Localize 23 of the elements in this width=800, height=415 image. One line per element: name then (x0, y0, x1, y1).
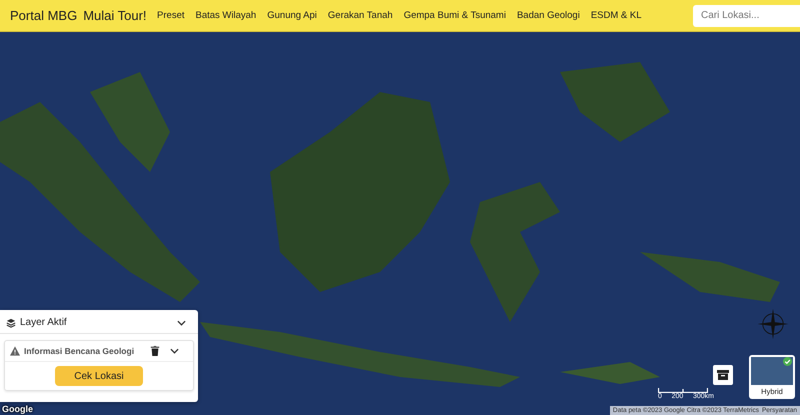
scale-bar (658, 388, 708, 393)
nav-link[interactable]: Badan Geologi (516, 10, 580, 21)
trash-icon[interactable] (150, 346, 160, 356)
nav-link[interactable]: Gempa Bumi & Tsunami (404, 10, 506, 21)
chevron-down-icon[interactable] (170, 348, 179, 354)
tour-link[interactable]: Mulai Tour! (83, 8, 147, 23)
street-view-button[interactable] (713, 365, 733, 385)
map-logo: Google (2, 404, 33, 415)
nav-link[interactable]: Preset (157, 10, 184, 21)
search-field[interactable]: Cari Lokasi... (693, 4, 800, 26)
layer-title: Informasi Bencana Geologi (24, 346, 136, 356)
box-icon (717, 370, 729, 380)
brand-link[interactable]: Portal MBG (10, 8, 78, 23)
nav-link[interactable]: Batas Wilayah (196, 10, 256, 21)
check-location-button[interactable]: Cek Lokasi (55, 366, 143, 386)
warning-icon (10, 346, 20, 356)
map-thumbnail (751, 357, 793, 385)
nav-link[interactable]: ESDM & KL (590, 10, 642, 21)
panel-title: Layer Aktif (20, 317, 68, 328)
layers-icon (6, 318, 16, 328)
chevron-down-icon[interactable] (177, 320, 186, 326)
nav-link[interactable]: Gunung Api (267, 10, 317, 21)
nav-link[interactable]: Gerakan Tanah (328, 10, 393, 21)
